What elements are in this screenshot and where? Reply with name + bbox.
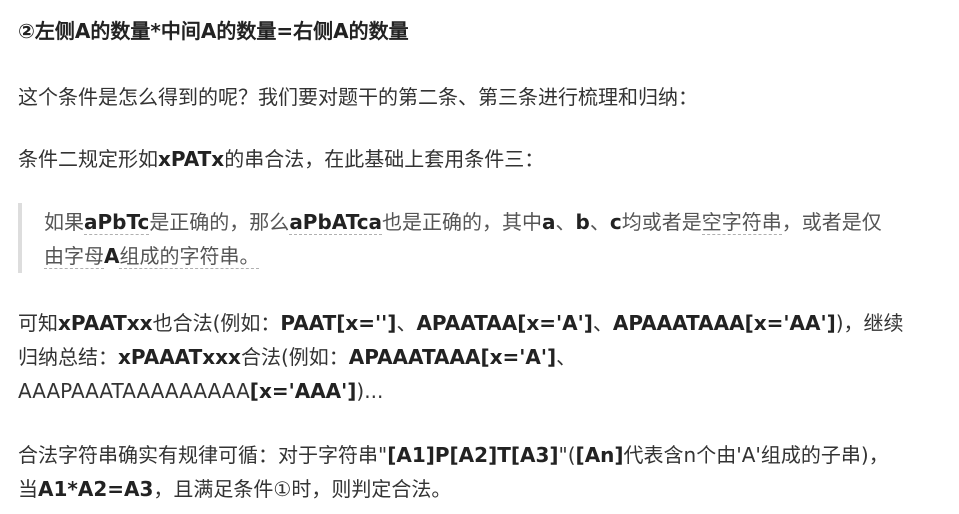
paragraph-derivation-line-1: 可知xPAATxx也合法(例如：PAAT[x='']、APAATAA[x='A'… xyxy=(18,311,904,335)
pattern-xpatx: xPATx xyxy=(158,147,225,171)
section-heading: ②左侧A的数量*中间A的数量=右侧A的数量 xyxy=(18,18,409,44)
paragraph-derivation-line-2: 归纳总结：xPAAATxxx合法(例如：APAAATAAA[x='A']、 xyxy=(18,345,577,369)
blockquote-line-2: 由字母A组成的字符串。 xyxy=(44,244,260,269)
paragraph-intro: 这个条件是怎么得到的呢？我们要对题干的第二条、第三条进行梳理和归纳： xyxy=(18,85,698,109)
paragraph-rule-line-2: 当A1*A2=A3，且满足条件①时，则判定合法。 xyxy=(18,477,452,501)
article: ②左侧A的数量*中间A的数量=右侧A的数量 这个条件是怎么得到的呢？我们要对题干… xyxy=(0,0,959,514)
blockquote-line-1: 如果aPbTc是正确的，那么aPbATca也是正确的，其中a、b、c均或者是空字… xyxy=(44,210,882,235)
paragraph-condition-two: 条件二规定形如xPATx的串合法，在此基础上套用条件三： xyxy=(18,147,545,171)
heading-text: ②左侧A的数量*中间A的数量=右侧A的数量 xyxy=(18,19,409,43)
paragraph-rule-line-1: 合法字符串确实有规律可循：对于字符串"[A1]P[A2]T[A3]"([An]代… xyxy=(18,443,889,467)
pattern-apbatca: aPbATca xyxy=(289,210,383,235)
paragraph-derivation-line-3: AAAPAAATAAAAAAAAA[x='AAA'])... xyxy=(18,379,384,403)
pattern-apbtc: aPbTc xyxy=(84,210,150,235)
term-empty-string: 空字符串 xyxy=(701,210,782,235)
blockquote-bar xyxy=(18,203,22,273)
